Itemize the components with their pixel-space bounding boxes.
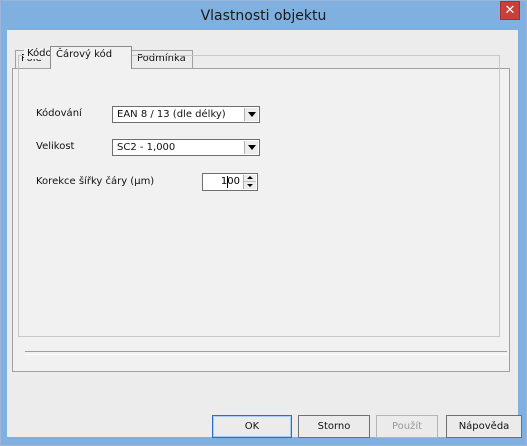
close-button[interactable]: ✕ — [500, 1, 520, 20]
line-width-value: 100 — [220, 176, 240, 187]
cancel-button[interactable]: Storno — [298, 415, 370, 438]
spin-down-icon[interactable] — [244, 182, 256, 189]
spin-up-icon[interactable] — [244, 175, 256, 182]
chevron-down-icon[interactable] — [244, 141, 258, 154]
line-width-spinner[interactable]: 100 — [202, 173, 258, 191]
ok-button[interactable]: OK — [212, 415, 292, 438]
encoding-group — [18, 55, 500, 337]
encoding-label: Kódování — [36, 108, 82, 119]
close-icon: ✕ — [504, 3, 516, 18]
tab-carovy-kod[interactable]: Čárový kód — [50, 46, 132, 69]
dialog-title: Vlastnosti objektu — [200, 8, 327, 24]
help-button[interactable]: Nápověda — [446, 415, 522, 438]
spinner-buttons — [243, 175, 256, 189]
encoding-select[interactable]: EAN 8 / 13 (dle délky) — [112, 106, 260, 123]
size-label: Velikost — [36, 141, 75, 152]
title-bar[interactable]: Vlastnosti objektu ✕ — [1, 1, 526, 31]
apply-button[interactable]: Použít — [376, 415, 438, 438]
encoding-value: EAN 8 / 13 (dle délky) — [117, 109, 226, 120]
size-value: SC2 - 1,000 — [117, 142, 176, 153]
line-width-label: Korekce šířky čáry (µm) — [36, 176, 155, 187]
size-select[interactable]: SC2 - 1,000 — [112, 139, 260, 156]
chevron-down-icon[interactable] — [244, 108, 258, 121]
separator — [25, 351, 507, 355]
